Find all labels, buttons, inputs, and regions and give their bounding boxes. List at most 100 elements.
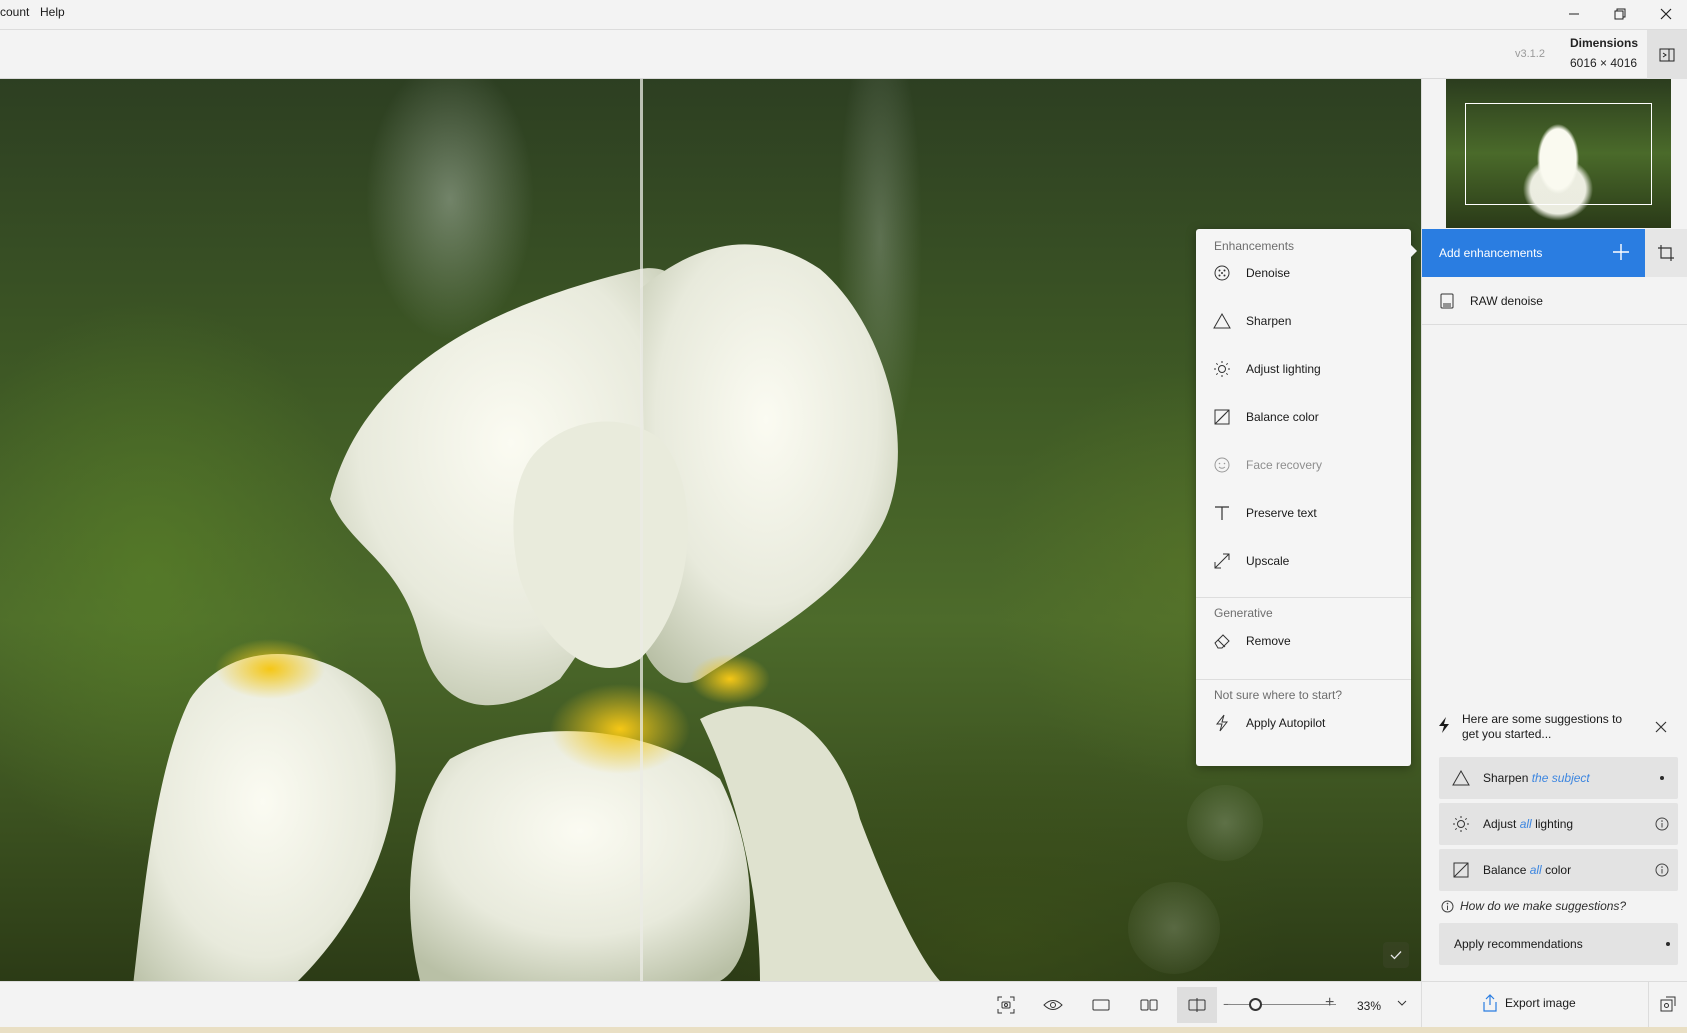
menu-item-apply-autopilot[interactable]: Apply Autopilot (1196, 703, 1411, 743)
zoom-slider-handle[interactable] (1249, 998, 1262, 1011)
single-view-button[interactable] (1081, 987, 1121, 1023)
denoise-icon (1214, 265, 1230, 281)
info-icon[interactable] (1655, 863, 1669, 877)
status-strip (0, 1027, 1687, 1033)
restore-icon (1614, 8, 1626, 20)
menu-item-label: Balance color (1246, 410, 1319, 424)
menu-item-label: Apply Autopilot (1246, 716, 1326, 730)
menu-help[interactable]: Help (40, 5, 65, 19)
check-icon (1390, 951, 1402, 960)
menu-item-face-recovery[interactable]: Face recovery (1196, 445, 1411, 485)
lightning-icon (1439, 717, 1449, 733)
sharpen-icon (1452, 769, 1470, 786)
menu-divider (1196, 679, 1411, 680)
suggestion-text: Adjust all lighting (1483, 817, 1574, 831)
export-image-label: Export image (1505, 996, 1576, 1010)
suggestion-text: Balance all color (1483, 863, 1572, 877)
suggestion-adjust-lighting[interactable]: Adjust all lighting (1439, 803, 1678, 845)
text-icon (1215, 506, 1229, 520)
apply-recommendations-label: Apply recommendations (1454, 937, 1583, 951)
menu-item-sharpen[interactable]: Sharpen (1196, 301, 1411, 341)
version-label: v3.1.2 (1515, 48, 1545, 60)
preview-toggle-button[interactable] (1033, 987, 1073, 1023)
apply-recommendations-button[interactable]: Apply recommendations (1439, 923, 1678, 965)
focus-frame-icon (997, 996, 1015, 1014)
lightning-icon (1215, 714, 1229, 732)
minimize-icon (1569, 13, 1579, 15)
menu-item-remove[interactable]: Remove (1196, 621, 1411, 661)
top-toolbar (0, 30, 1687, 79)
menu-section-enhancements: Enhancements (1214, 239, 1295, 253)
applied-enhancement-label: RAW denoise (1470, 294, 1543, 308)
plus-icon (1613, 244, 1629, 260)
info-icon (1441, 900, 1454, 912)
menu-item-label: Adjust lighting (1246, 362, 1321, 376)
chevron-down-icon[interactable] (1396, 997, 1408, 1009)
add-enhancements-label: Add enhancements (1439, 246, 1543, 260)
menu-pointer (1410, 244, 1417, 258)
add-enhancements-button[interactable]: Add enhancements (1422, 229, 1645, 277)
dimensions-value: 6016 × 4016 (1570, 56, 1638, 70)
menu-divider (1196, 597, 1411, 598)
sharpen-icon (1213, 312, 1231, 329)
fit-to-screen-button[interactable] (986, 987, 1026, 1023)
menu-item-balance-color[interactable]: Balance color (1196, 397, 1411, 437)
panel-toggle-icon (1659, 48, 1675, 61)
menu-item-label: Preserve text (1246, 506, 1317, 520)
canvas-confirm-button[interactable] (1383, 942, 1409, 968)
zoom-percent[interactable]: 33% (1357, 999, 1381, 1013)
zoom-slider-track[interactable] (1228, 1004, 1336, 1005)
side-by-side-icon (1140, 999, 1158, 1011)
menu-section-help: Not sure where to start? (1214, 688, 1343, 702)
menu-item-label: Denoise (1246, 266, 1291, 280)
zoom-in-button[interactable]: + (1325, 994, 1334, 1012)
balance-color-icon (1453, 862, 1469, 878)
how-suggestions-link[interactable]: How do we make suggestions? (1441, 899, 1626, 913)
dimensions-title: Dimensions (1570, 36, 1639, 50)
balance-color-icon (1214, 409, 1230, 425)
menu-item-denoise[interactable]: Denoise (1196, 253, 1411, 293)
crop-button[interactable] (1645, 229, 1687, 277)
menu-item-label: Face recovery (1246, 458, 1323, 472)
applied-enhancement-raw-denoise[interactable]: RAW denoise (1422, 278, 1687, 325)
face-icon (1214, 457, 1230, 473)
menu-item-adjust-lighting[interactable]: Adjust lighting (1196, 349, 1411, 389)
menu-account[interactable]: count (0, 5, 29, 19)
compare-divider[interactable] (640, 79, 643, 981)
export-settings-icon (1660, 996, 1676, 1012)
info-icon[interactable] (1655, 817, 1669, 831)
lighting-icon (1453, 816, 1469, 832)
suggestions-heading: Here are some suggestions to get you sta… (1462, 712, 1623, 741)
close-suggestions-icon[interactable] (1655, 721, 1667, 733)
single-view-icon (1092, 999, 1110, 1011)
export-image-button[interactable]: Export image (1483, 994, 1576, 1012)
raw-file-icon (1440, 293, 1454, 309)
suggestion-balance-color[interactable]: Balance all color (1439, 849, 1678, 891)
panel-toggle-button[interactable] (1647, 30, 1687, 79)
status-dot (1666, 942, 1670, 946)
suggestion-sharpen[interactable]: Sharpen the subject (1439, 757, 1678, 799)
menu-item-label: Upscale (1246, 554, 1290, 568)
restore-button[interactable] (1597, 0, 1643, 28)
menu-bar: count Help (0, 0, 1687, 30)
export-settings-button[interactable] (1648, 981, 1687, 1027)
side-by-side-view-button[interactable] (1129, 987, 1169, 1023)
menu-item-upscale[interactable]: Upscale (1196, 541, 1411, 581)
upscale-icon (1214, 553, 1230, 569)
lighting-icon (1214, 361, 1230, 377)
close-window-button[interactable] (1643, 0, 1687, 28)
share-icon (1483, 994, 1497, 1012)
crop-icon (1658, 245, 1674, 261)
navigator-viewport-frame[interactable] (1465, 103, 1652, 205)
eraser-icon (1214, 634, 1230, 649)
menu-item-label: Remove (1246, 634, 1291, 648)
minimize-button[interactable] (1551, 0, 1597, 28)
enhancements-menu: Enhancements Denoise Sharpen Adjust ligh… (1196, 229, 1411, 766)
how-suggestions-text: How do we make suggestions? (1460, 899, 1627, 913)
split-view-icon (1188, 998, 1206, 1012)
close-icon (1660, 8, 1672, 20)
eye-icon (1043, 1000, 1063, 1010)
split-view-button[interactable] (1177, 987, 1217, 1023)
status-dot-icon (1660, 776, 1664, 780)
menu-item-preserve-text[interactable]: Preserve text (1196, 493, 1411, 533)
